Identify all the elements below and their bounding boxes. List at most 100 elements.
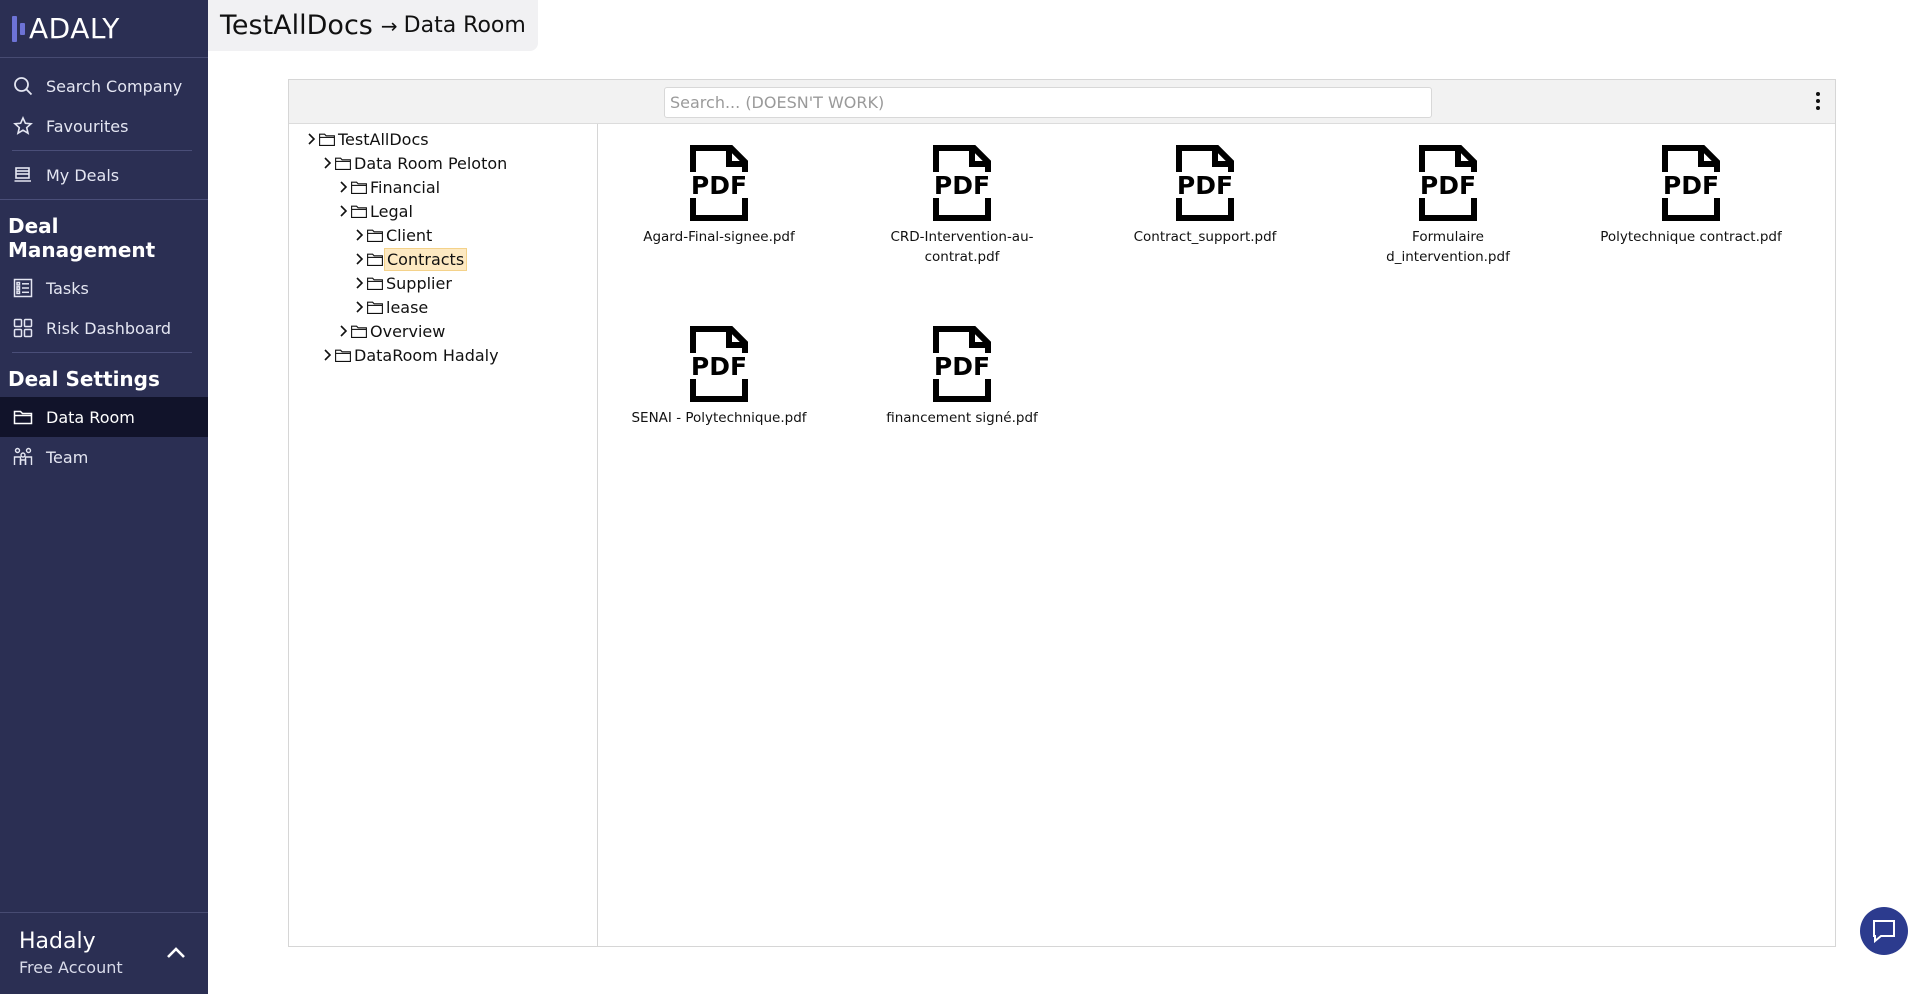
file-item[interactable]: PDF Polytechnique contract.pdf bbox=[1593, 144, 1789, 247]
nav-search-company[interactable]: Search Company bbox=[0, 66, 208, 106]
file-item[interactable]: PDF Formulaire d_intervention.pdf bbox=[1350, 144, 1546, 267]
folder-icon bbox=[351, 181, 367, 194]
dashboard-icon bbox=[13, 318, 33, 338]
deals-icon bbox=[14, 167, 31, 182]
pdf-label: PDF bbox=[691, 171, 747, 200]
nav-team[interactable]: Team bbox=[0, 437, 208, 477]
tree-item-label: Financial bbox=[370, 177, 441, 197]
nav-risk-dashboard[interactable]: Risk Dashboard bbox=[0, 308, 208, 348]
nav-label: Data Room bbox=[46, 407, 135, 427]
tree-item[interactable]: Financial bbox=[289, 175, 597, 199]
chat-button[interactable] bbox=[1860, 907, 1908, 955]
tree-item[interactable]: Contracts bbox=[289, 247, 597, 271]
account-plan: Free Account bbox=[19, 958, 123, 977]
search-icon bbox=[14, 77, 33, 96]
tree-item-label: DataRoom Hadaly bbox=[354, 345, 499, 365]
brand-logo[interactable]: ADALY bbox=[0, 0, 208, 58]
file-name-line: contrat.pdf bbox=[924, 249, 1000, 265]
file-item[interactable]: PDF financement signé.pdf bbox=[864, 325, 1060, 428]
pdf-file-icon: PDF bbox=[685, 326, 753, 402]
chevron-right-icon[interactable] bbox=[321, 156, 333, 170]
folder-tree: TestAllDocs Data Room Peloton Financial Leg… bbox=[289, 124, 598, 946]
breadcrumb-company[interactable]: TestAllDocs bbox=[220, 10, 373, 41]
team-icon bbox=[13, 447, 33, 465]
chevron-right-icon[interactable] bbox=[353, 228, 365, 242]
nav-tasks[interactable]: Tasks bbox=[0, 268, 208, 308]
nav-label: Team bbox=[46, 447, 89, 467]
pdf-label: PDF bbox=[691, 352, 747, 381]
file-name: CRD-Intervention-au-contrat.pdf bbox=[864, 227, 1060, 267]
section-title-deal-settings: Deal Settings bbox=[8, 367, 160, 391]
file-item[interactable]: PDF Contract_support.pdf bbox=[1107, 144, 1303, 247]
pdf-file-icon: PDF bbox=[1171, 145, 1239, 221]
tree-item-label: Overview bbox=[370, 321, 446, 341]
nav-data-room[interactable]: Data Room bbox=[0, 397, 208, 437]
nav-label: Search Company bbox=[46, 76, 183, 96]
account-panel[interactable]: Hadaly Free Account bbox=[0, 912, 208, 994]
logo-mark-icon bbox=[12, 15, 25, 42]
tree-item-label: Data Room Peloton bbox=[354, 153, 508, 173]
file-name-line: SENAI - Polytechnique.pdf bbox=[631, 410, 807, 426]
logo-text: ADALY bbox=[29, 12, 120, 45]
tree-item-label: Supplier bbox=[386, 273, 452, 293]
file-name: Polytechnique contract.pdf bbox=[1593, 227, 1789, 247]
star-icon bbox=[13, 116, 33, 135]
pdf-file-icon: PDF bbox=[1414, 145, 1482, 221]
tree-item[interactable]: Legal bbox=[289, 199, 597, 223]
nav-my-deals[interactable]: My Deals bbox=[0, 155, 208, 195]
tree-item[interactable]: lease bbox=[289, 295, 597, 319]
file-name: Contract_support.pdf bbox=[1107, 227, 1303, 247]
file-name-line: Agard-Final-signee.pdf bbox=[643, 229, 795, 245]
nav-label: My Deals bbox=[46, 165, 120, 185]
pdf-label: PDF bbox=[934, 352, 990, 381]
chevron-up-icon[interactable] bbox=[166, 945, 186, 959]
file-name-line: Polytechnique contract.pdf bbox=[1600, 229, 1782, 245]
file-item[interactable]: PDF CRD-Intervention-au-contrat.pdf bbox=[864, 144, 1060, 267]
pdf-label: PDF bbox=[1420, 171, 1476, 200]
folder-icon bbox=[319, 133, 335, 146]
nav-label: Favourites bbox=[46, 116, 129, 136]
file-name: Agard-Final-signee.pdf bbox=[621, 227, 817, 247]
file-item[interactable]: PDF Agard-Final-signee.pdf bbox=[621, 144, 817, 247]
chevron-right-icon[interactable] bbox=[353, 300, 365, 314]
sidebar: ADALY Search Company Favourites My Deals… bbox=[0, 0, 208, 994]
file-name-line: Formulaire bbox=[1412, 229, 1484, 245]
chevron-right-icon[interactable] bbox=[337, 324, 349, 338]
file-name: Formulaire d_intervention.pdf bbox=[1350, 227, 1546, 267]
chevron-right-icon[interactable] bbox=[337, 204, 349, 218]
file-grid: PDF Agard-Final-signee.pdf PDF CRD-Interven… bbox=[599, 124, 1835, 946]
chevron-right-icon[interactable] bbox=[305, 132, 317, 146]
chevron-right-icon[interactable] bbox=[353, 276, 365, 290]
nav-favourites[interactable]: Favourites bbox=[0, 106, 208, 146]
tree-item[interactable]: TestAllDocs bbox=[289, 127, 597, 151]
divider bbox=[0, 199, 208, 200]
tree-item-label: Legal bbox=[370, 201, 413, 221]
folder-icon bbox=[367, 277, 383, 290]
tree-item-label: Contracts bbox=[384, 247, 468, 271]
file-name-line: d_intervention.pdf bbox=[1386, 249, 1510, 265]
tree-item[interactable]: DataRoom Hadaly bbox=[289, 343, 597, 367]
folder-icon bbox=[367, 301, 383, 314]
nav-label: Tasks bbox=[46, 278, 89, 298]
tree-item[interactable]: Overview bbox=[289, 319, 597, 343]
pdf-label: PDF bbox=[1663, 171, 1719, 200]
more-options-icon[interactable] bbox=[1815, 92, 1821, 112]
file-name: SENAI - Polytechnique.pdf bbox=[621, 408, 817, 428]
folder-icon bbox=[335, 157, 351, 170]
chevron-right-icon[interactable] bbox=[321, 348, 333, 362]
chevron-right-icon[interactable] bbox=[353, 252, 365, 266]
chat-icon bbox=[1873, 920, 1895, 944]
tree-item-label: Client bbox=[386, 225, 433, 245]
folder-icon bbox=[335, 349, 351, 362]
search-input[interactable] bbox=[664, 87, 1432, 118]
tree-item[interactable]: Supplier bbox=[289, 271, 597, 295]
tree-item[interactable]: Client bbox=[289, 223, 597, 247]
nav-label: Risk Dashboard bbox=[46, 318, 172, 338]
data-room-toolbar bbox=[289, 80, 1835, 124]
tree-item[interactable]: Data Room Peloton bbox=[289, 151, 597, 175]
pdf-label: PDF bbox=[934, 171, 990, 200]
chevron-right-icon[interactable] bbox=[337, 180, 349, 194]
file-item[interactable]: PDF SENAI - Polytechnique.pdf bbox=[621, 325, 817, 428]
folder-icon bbox=[367, 229, 383, 242]
pdf-file-icon: PDF bbox=[1657, 145, 1725, 221]
